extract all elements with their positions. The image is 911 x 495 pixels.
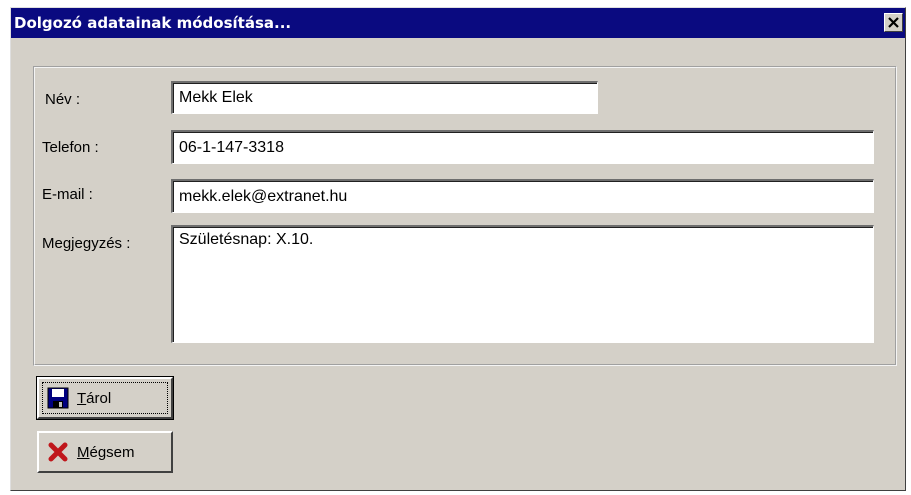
cancel-label: Mégsem [77,443,135,461]
save-button[interactable]: Tárol [36,376,174,420]
phone-label: Telefon : [42,139,99,156]
name-input[interactable] [171,81,598,114]
email-label: E-mail : [42,186,93,203]
close-icon [888,17,899,28]
note-textarea[interactable]: Születésnap: X.10. [171,225,874,343]
title-bar[interactable]: Dolgozó adatainak módosítása... [11,8,905,38]
email-input[interactable] [171,179,874,213]
dialog-window: Dolgozó adatainak módosítása... Név : Te… [10,7,906,491]
floppy-disk-icon [47,387,69,409]
save-label: Tárol [77,389,112,407]
close-button[interactable] [884,13,903,32]
cancel-button[interactable]: Mégsem [37,431,173,473]
window-title: Dolgozó adatainak módosítása... [14,14,292,32]
red-x-icon [48,442,68,462]
note-label: Megjegyzés : [42,235,131,252]
phone-input[interactable] [171,130,874,164]
name-label: Név : [45,91,81,108]
